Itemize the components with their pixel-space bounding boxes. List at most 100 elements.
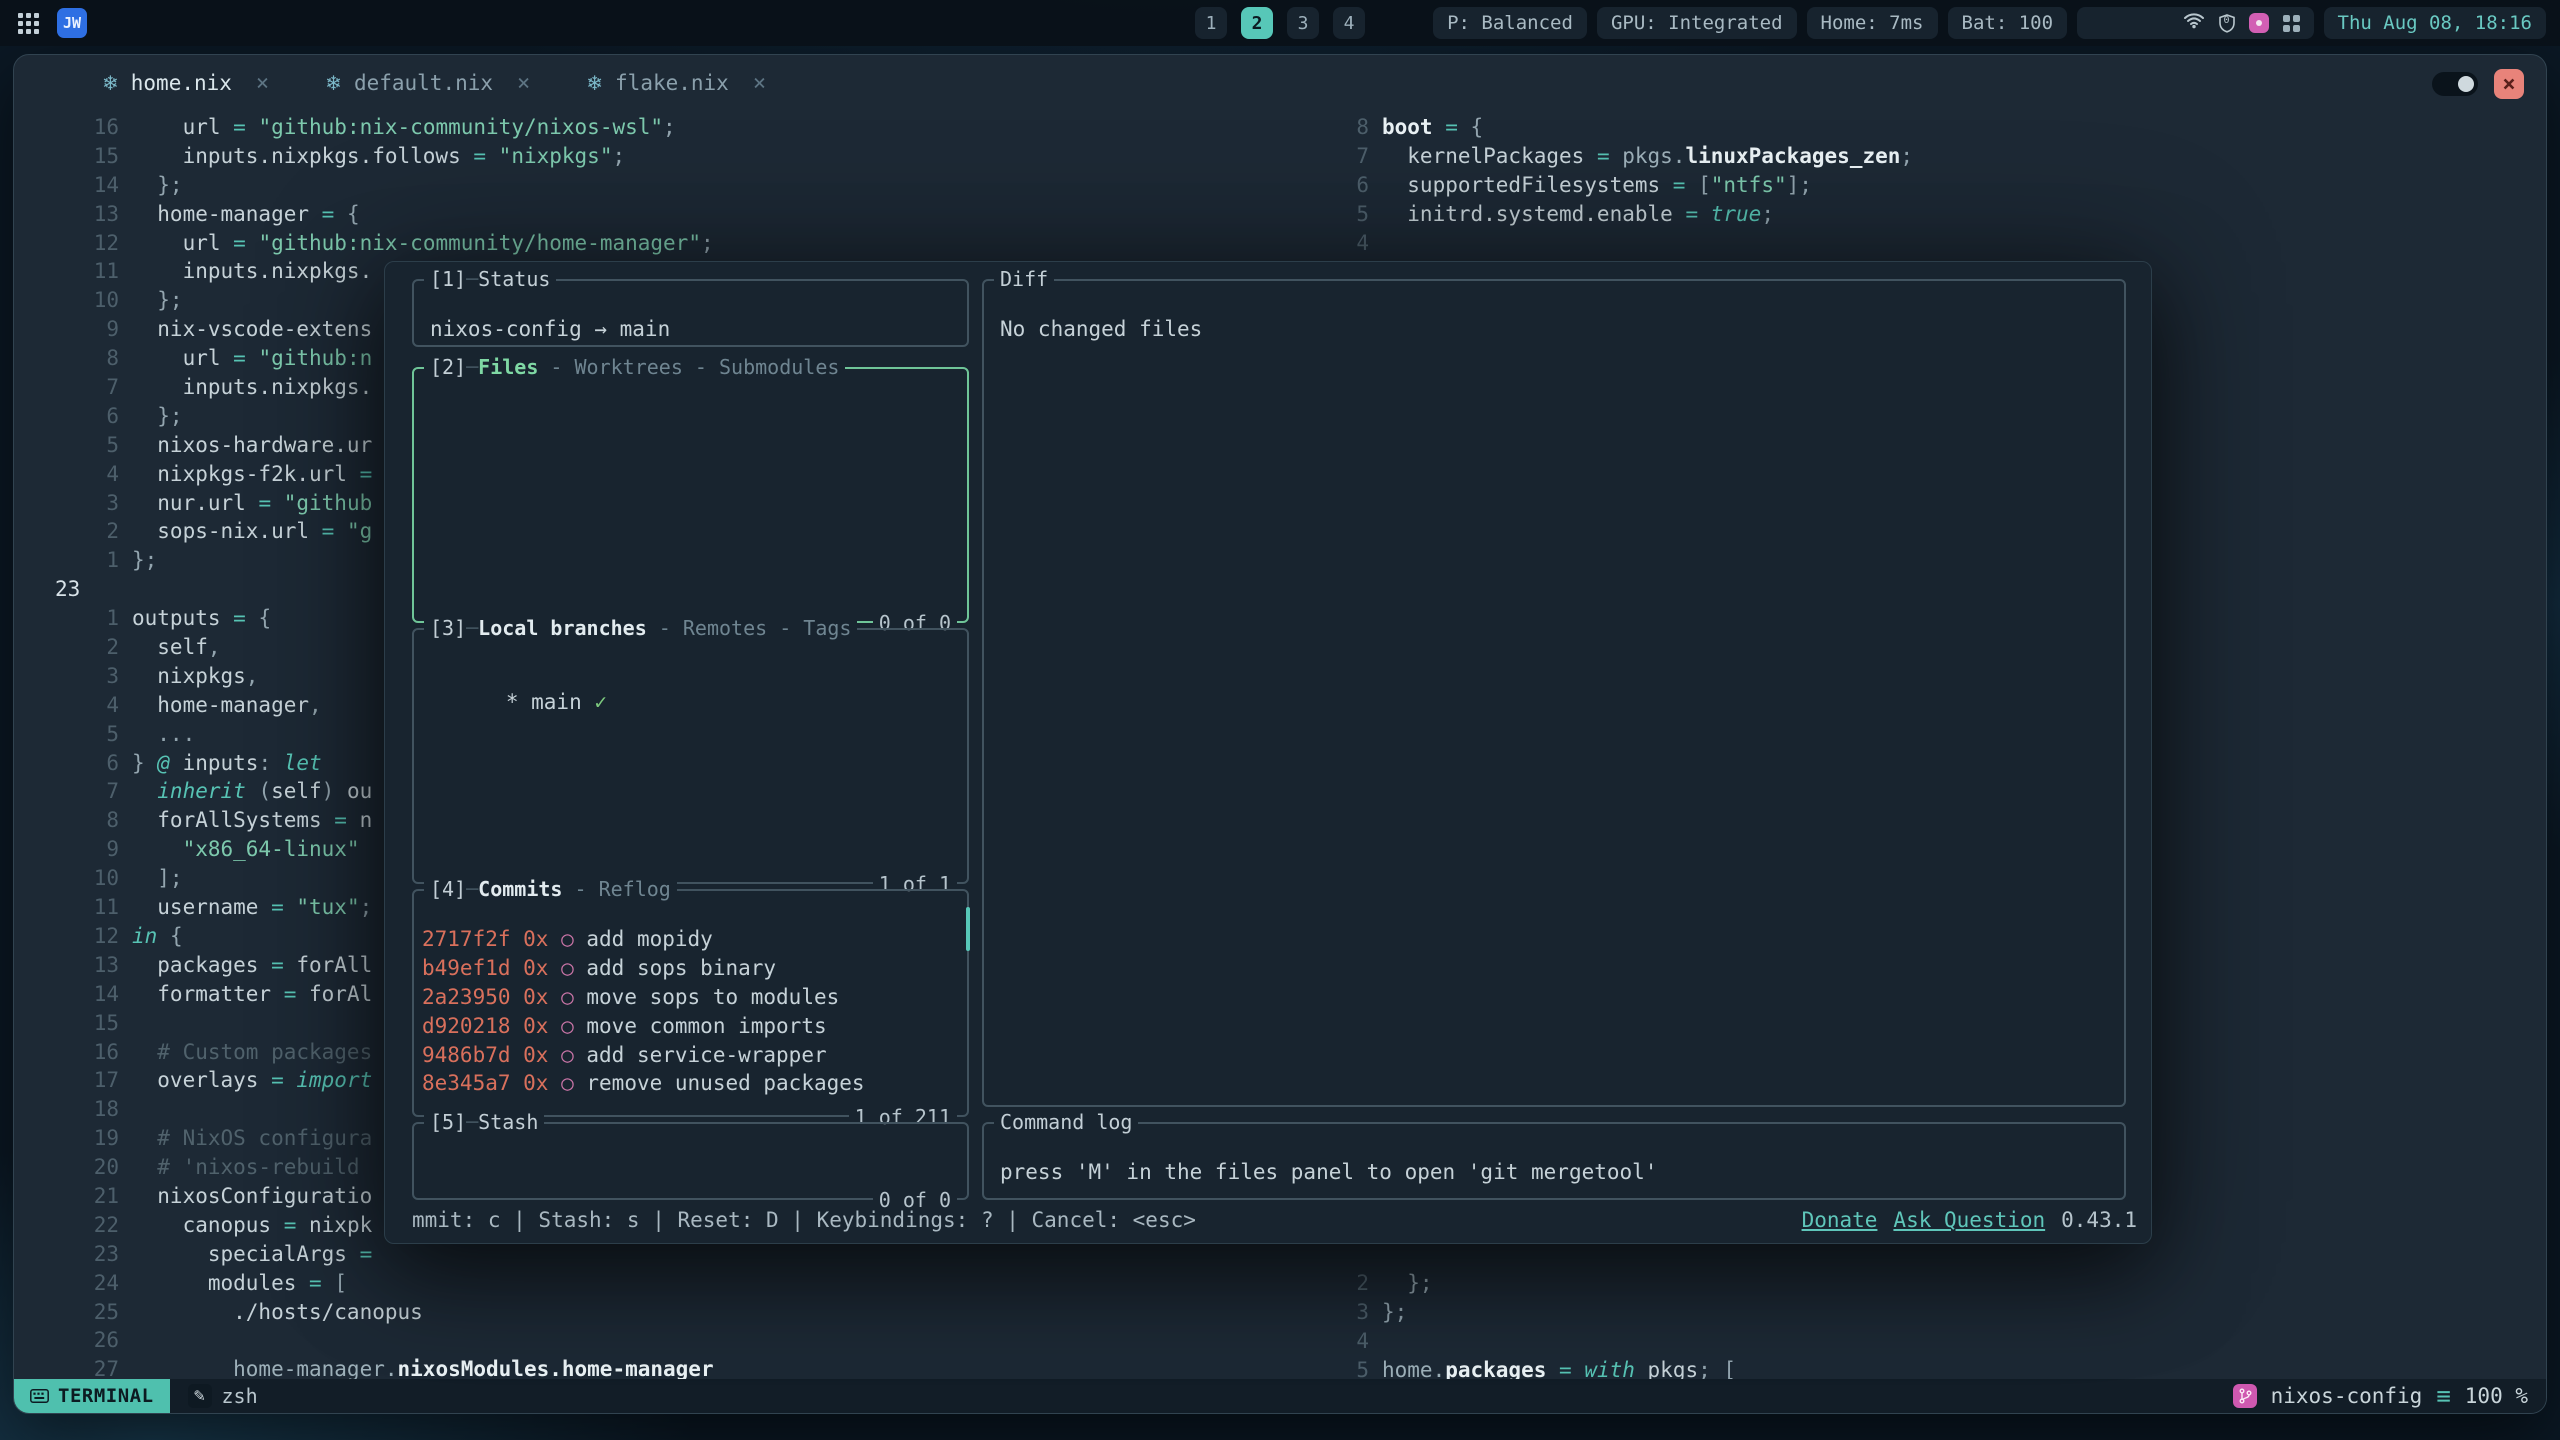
workspace-2[interactable]: 2 [1241,7,1273,39]
power-profile-chip[interactable]: P: Balanced [1433,7,1587,39]
commit-row[interactable]: d920218 0x ○ move common imports [422,1012,961,1041]
code-line[interactable]: 4 [1264,229,2544,258]
line-number: 23 [14,1240,119,1269]
topbar-left: JW [0,8,87,38]
code-line[interactable]: 14 }; [14,171,1309,200]
grid-icon[interactable] [2283,15,2300,32]
battery-chip[interactable]: Bat: 100 [1948,7,2068,39]
lazygit-files-panel[interactable]: [2]Files - Worktrees - Submodules 0 of 0 [412,367,969,623]
line-number: 24 [14,1269,119,1298]
lazygit-command-log-panel[interactable]: Command log press 'M' in the files panel… [982,1122,2126,1200]
close-tab-icon[interactable]: × [517,71,530,96]
line-number: 16 [14,113,119,142]
line-number: 13 [14,200,119,229]
code-line[interactable]: 16 url = "github:nix-community/nixos-wsl… [14,113,1309,142]
commit-row[interactable]: 2a23950 0x ○ move sops to modules [422,983,961,1012]
link-donate[interactable]: Donate [1802,1208,1878,1232]
panel-title: Diff [994,267,1054,291]
network-latency-chip[interactable]: Home: 7ms [1807,7,1938,39]
toggle-switch[interactable] [2432,72,2478,96]
code-line[interactable]: 5 initrd.systemd.enable = true; [1264,200,2544,229]
line-number: 11 [14,893,119,922]
tab-label: default.nix [354,71,493,95]
color-swatch-icon[interactable] [2249,13,2269,33]
workspace-4[interactable]: 4 [1333,7,1365,39]
line-number: 14 [14,980,119,1009]
code-line[interactable]: 8boot = { [1264,113,2544,142]
tab-label: flake.nix [615,71,729,95]
line-number: 11 [14,257,119,286]
editor-tab-home-nix[interactable]: ❄home.nix× [74,55,297,111]
keybar-links: Donate Ask Question 0.43.1 [1802,1208,2137,1232]
shell-tab[interactable]: ✎ zsh [188,1384,258,1408]
system-tray[interactable]: 0 [2077,7,2314,39]
code-line[interactable]: 4 [1264,1327,2544,1356]
code-line[interactable]: 24 modules = [ [14,1269,1309,1298]
lazygit-stash-panel[interactable]: [5]Stash 0 of 0 [412,1122,969,1200]
editor-tab-default-nix[interactable]: ❄ default.nix × [297,55,558,111]
commit-row[interactable]: 8e345a7 0x ○ remove unused packages [422,1069,961,1098]
git-repo-icon[interactable] [2233,1384,2257,1408]
code-line[interactable]: 26 [14,1326,1309,1355]
line-number: 18 [14,1095,119,1124]
clock[interactable]: Thu Aug 08, 18:16 [2324,7,2546,39]
line-number: 25 [14,1298,119,1327]
code-pane-right-bottom[interactable]: 2 };3};45home.packages = with pkgs; [ [1264,1269,2544,1385]
lazygit-popup: [1]Status nixos-config → main [2]Files -… [384,261,2152,1244]
line-number: 6 [14,402,119,431]
line-number: 9 [14,315,119,344]
line-number: 7 [1264,142,1369,171]
apps-grid-icon[interactable] [18,13,39,34]
code-pane-right-top[interactable]: 8boot = {7 kernelPackages = pkgs.linuxPa… [1264,113,2544,257]
editor-statusbar: TERMINAL ✎ zsh nixos-config ≡ 100 % [14,1379,2546,1413]
shield-status-icon[interactable]: 0 [2219,14,2235,33]
code-line[interactable]: 13 home-manager = { [14,200,1309,229]
line-number: 22 [14,1211,119,1240]
branch-row[interactable]: * main ✓ [506,690,607,714]
wifi-icon[interactable] [2091,0,2205,56]
code-line[interactable]: 25 ./hosts/canopus [14,1298,1309,1327]
close-tab-icon[interactable]: × [753,71,766,96]
nix-snowflake-icon: ❄ [102,71,119,95]
commit-list: 2717f2f 0x ○ add mopidyb49ef1d 0x ○ add … [414,891,967,1098]
zoom-label[interactable]: 100 % [2465,1384,2528,1408]
close-window-button[interactable]: × [2494,69,2524,99]
close-tab-icon[interactable]: × [256,71,269,96]
lazygit-diff-panel[interactable]: Diff No changed files [982,279,2126,1107]
workspace-3[interactable]: 3 [1287,7,1319,39]
commit-row[interactable]: b49ef1d 0x ○ add sops binary [422,954,961,983]
code-line[interactable]: 7 kernelPackages = pkgs.linuxPackages_ze… [1264,142,2544,171]
code-line[interactable]: 12 url = "github:nix-community/home-mana… [14,229,1309,258]
code-line[interactable]: 6 supportedFilesystems = ["ntfs"]; [1264,171,2544,200]
gpu-chip[interactable]: GPU: Integrated [1597,7,1797,39]
logo-badge[interactable]: JW [57,8,87,38]
lazygit-commits-panel[interactable]: [4]Commits - Reflog 2717f2f 0x ○ add mop… [412,889,969,1117]
diff-text: No changed files [1000,317,1202,341]
nix-snowflake-icon: ❄ [325,71,342,95]
check-icon: ✓ [594,690,607,714]
code-line[interactable]: 3}; [1264,1298,2544,1327]
list-icon[interactable]: ≡ [2436,1384,2450,1408]
commit-row[interactable]: 2717f2f 0x ○ add mopidy [422,925,961,954]
commit-row[interactable]: 9486b7d 0x ○ add service-wrapper [422,1041,961,1070]
link-ask-question[interactable]: Ask Question [1893,1208,2045,1232]
mode-badge[interactable]: TERMINAL [14,1379,170,1413]
lazygit-branches-panel[interactable]: [3]Local branches - Remotes - Tags * mai… [412,628,969,884]
line-number: 2 [14,633,119,662]
nix-snowflake-icon: ❄ [586,71,603,95]
editor-tab-flake-nix[interactable]: ❄ flake.nix × [558,55,794,111]
line-number: 4 [14,691,119,720]
code-line[interactable]: 2 }; [1264,1269,2544,1298]
line-number: 1 [14,546,119,575]
panel-title: [5]Stash [424,1110,544,1134]
code-line[interactable]: 15 inputs.nixpkgs.follows = "nixpkgs"; [14,142,1309,171]
lazygit-status-panel[interactable]: [1]Status nixos-config → main [412,279,969,347]
panel-title: [4]Commits - Reflog [424,877,677,901]
line-number: 10 [14,864,119,893]
version-label: 0.43.1 [2061,1208,2137,1232]
workspace-1[interactable]: 1 [1195,7,1227,39]
code-line[interactable]: 23 specialArgs = [14,1240,1309,1269]
status-text: nixos-config → main [430,317,670,341]
scrollbar-thumb[interactable] [966,907,970,951]
line-number: 2 [14,517,119,546]
